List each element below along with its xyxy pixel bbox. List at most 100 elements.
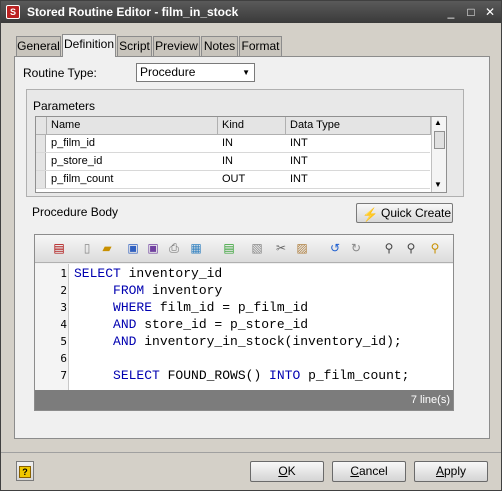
line-number: 6 [60, 352, 67, 365]
table-row[interactable]: p_film_id IN INT [36, 135, 430, 153]
tab-script[interactable]: Script [117, 36, 152, 57]
table-row[interactable]: p_film_count OUT INT [36, 171, 430, 189]
code-text: FOUND_ROWS() [159, 368, 270, 383]
sql-editor: ▤ ▯ ▰ ▣ ▣ ⎙ ▦ ▤ ▧ ✂ ▨ ↺ ↻ ⚲ ⚲ ⚲ 1 2 3 4 5 6 7 … [34, 234, 454, 411]
parameters-label: Parameters [33, 99, 96, 113]
parameters-grid[interactable]: Name Kind Data Type p_film_id IN INT p_s… [35, 116, 447, 193]
scroll-up-icon[interactable]: ▲ [434, 118, 442, 127]
line-number: 7 [60, 369, 67, 382]
redo-icon[interactable]: ↻ [348, 240, 364, 256]
code-text: inventory_id [120, 266, 223, 281]
parameters-group: Parameters Name Kind Data Type p_film_id… [26, 89, 464, 197]
table-row[interactable]: p_store_id IN INT [36, 153, 430, 171]
column-header-kind[interactable]: Kind [218, 117, 286, 135]
sql-keyword: SELECT [113, 368, 160, 383]
code-text: store_id = p_store_id [136, 317, 309, 332]
sql-keyword: AND [113, 317, 137, 332]
param-kind[interactable]: OUT [218, 171, 245, 188]
maximize-icon[interactable]: □ [463, 4, 479, 20]
vertical-scrollbar[interactable]: ▲ ▼ [431, 117, 446, 192]
column-header-name[interactable]: Name [47, 117, 218, 135]
chevron-down-icon[interactable]: ▼ [242, 64, 250, 81]
code-line[interactable]: SELECT FOUND_ROWS() INTO p_film_count; [74, 367, 409, 384]
apply-button[interactable]: Apply [414, 461, 488, 482]
line-number: 1 [60, 267, 67, 280]
ok-label-rest: K [287, 464, 296, 478]
code-text: p_film_count; [300, 368, 410, 383]
sql-keyword: AND [113, 334, 137, 349]
tab-format[interactable]: Format [239, 36, 282, 57]
sql-icon[interactable]: ▤ [51, 240, 67, 256]
minimize-icon[interactable]: _ [443, 4, 459, 20]
window-title: Stored Routine Editor - film_in_stock [27, 5, 239, 19]
open-icon[interactable]: ▰ [99, 240, 115, 256]
quick-create-button[interactable]: ⚡ Quick Create [356, 203, 453, 223]
code-line[interactable]: WHERE film_id = p_film_id [74, 299, 308, 316]
sql-keyword: WHERE [113, 300, 153, 315]
cancel-button[interactable]: Cancel [332, 461, 406, 482]
param-name[interactable]: p_store_id [47, 153, 102, 170]
scroll-thumb[interactable] [434, 131, 445, 149]
param-kind[interactable]: IN [218, 135, 233, 152]
lightning-icon: ⚡ [362, 207, 379, 222]
paste-icon[interactable]: ▨ [294, 240, 310, 256]
code-line[interactable]: AND store_id = p_store_id [74, 316, 308, 333]
row-indicator [36, 135, 46, 152]
tab-notes[interactable]: Notes [201, 36, 238, 57]
paste-special-icon[interactable]: ▧ [249, 240, 265, 256]
param-data-type[interactable]: INT [286, 171, 308, 188]
help-icon: ? [19, 466, 31, 478]
editor-toolbar: ▤ ▯ ▰ ▣ ▣ ⎙ ▦ ▤ ▧ ✂ ▨ ↺ ↻ ⚲ ⚲ ⚲ [35, 235, 453, 263]
param-kind[interactable]: IN [218, 153, 233, 170]
param-name[interactable]: p_film_count [47, 171, 113, 188]
param-data-type[interactable]: INT [286, 153, 308, 170]
line-count-status: 7 line(s) [35, 390, 453, 410]
print-preview-icon[interactable]: ▦ [188, 240, 204, 256]
sql-keyword: FROM [113, 283, 145, 298]
routine-type-select[interactable]: Procedure ▼ [136, 63, 255, 82]
sql-file-icon: S [6, 5, 20, 19]
find-next-icon[interactable]: ⚲ [427, 240, 443, 256]
line-number: 3 [60, 301, 67, 314]
code-line[interactable]: SELECT inventory_id [74, 265, 222, 282]
help-button[interactable]: ? [16, 461, 34, 481]
title-bar[interactable]: S Stored Routine Editor - film_in_stock … [1, 1, 501, 23]
undo-icon[interactable]: ↺ [327, 240, 343, 256]
close-icon[interactable]: ✕ [482, 4, 498, 20]
tab-general[interactable]: General [16, 36, 61, 57]
save-icon[interactable]: ▣ [125, 240, 141, 256]
code-area[interactable]: 1 2 3 4 5 6 7 SELECT inventory_id FROM invento… [35, 264, 453, 390]
cancel-access-key: C [350, 464, 359, 478]
copy-document-icon[interactable]: ▤ [221, 240, 237, 256]
apply-label-rest: pply [444, 464, 467, 478]
row-indicator [36, 171, 46, 188]
param-data-type[interactable]: INT [286, 135, 308, 152]
procedure-body-label: Procedure Body [32, 205, 119, 219]
print-icon[interactable]: ⎙ [166, 240, 182, 256]
sql-keyword: SELECT [74, 266, 121, 281]
line-number: 4 [60, 318, 67, 331]
routine-type-value: Procedure [140, 65, 196, 79]
tab-preview[interactable]: Preview [153, 36, 200, 57]
cancel-label-rest: ancel [358, 464, 388, 478]
save-as-icon[interactable]: ▣ [145, 240, 161, 256]
replace-icon[interactable]: ⚲ [403, 240, 419, 256]
code-line[interactable]: AND inventory_in_stock(inventory_id); [74, 333, 402, 350]
param-name[interactable]: p_film_id [47, 135, 95, 152]
cut-icon[interactable]: ✂ [273, 240, 289, 256]
find-icon[interactable]: ⚲ [381, 240, 397, 256]
new-icon[interactable]: ▯ [79, 240, 95, 256]
line-number: 5 [60, 335, 67, 348]
column-header-data-type[interactable]: Data Type [286, 117, 431, 135]
scroll-down-icon[interactable]: ▼ [434, 180, 442, 189]
tab-definition[interactable]: Definition [62, 34, 116, 57]
divider [1, 452, 501, 453]
ok-button[interactable]: OK [250, 461, 324, 482]
code-line[interactable]: FROM inventory [74, 282, 222, 299]
apply-access-key: A [435, 464, 444, 478]
routine-type-label: Routine Type: [23, 66, 97, 80]
